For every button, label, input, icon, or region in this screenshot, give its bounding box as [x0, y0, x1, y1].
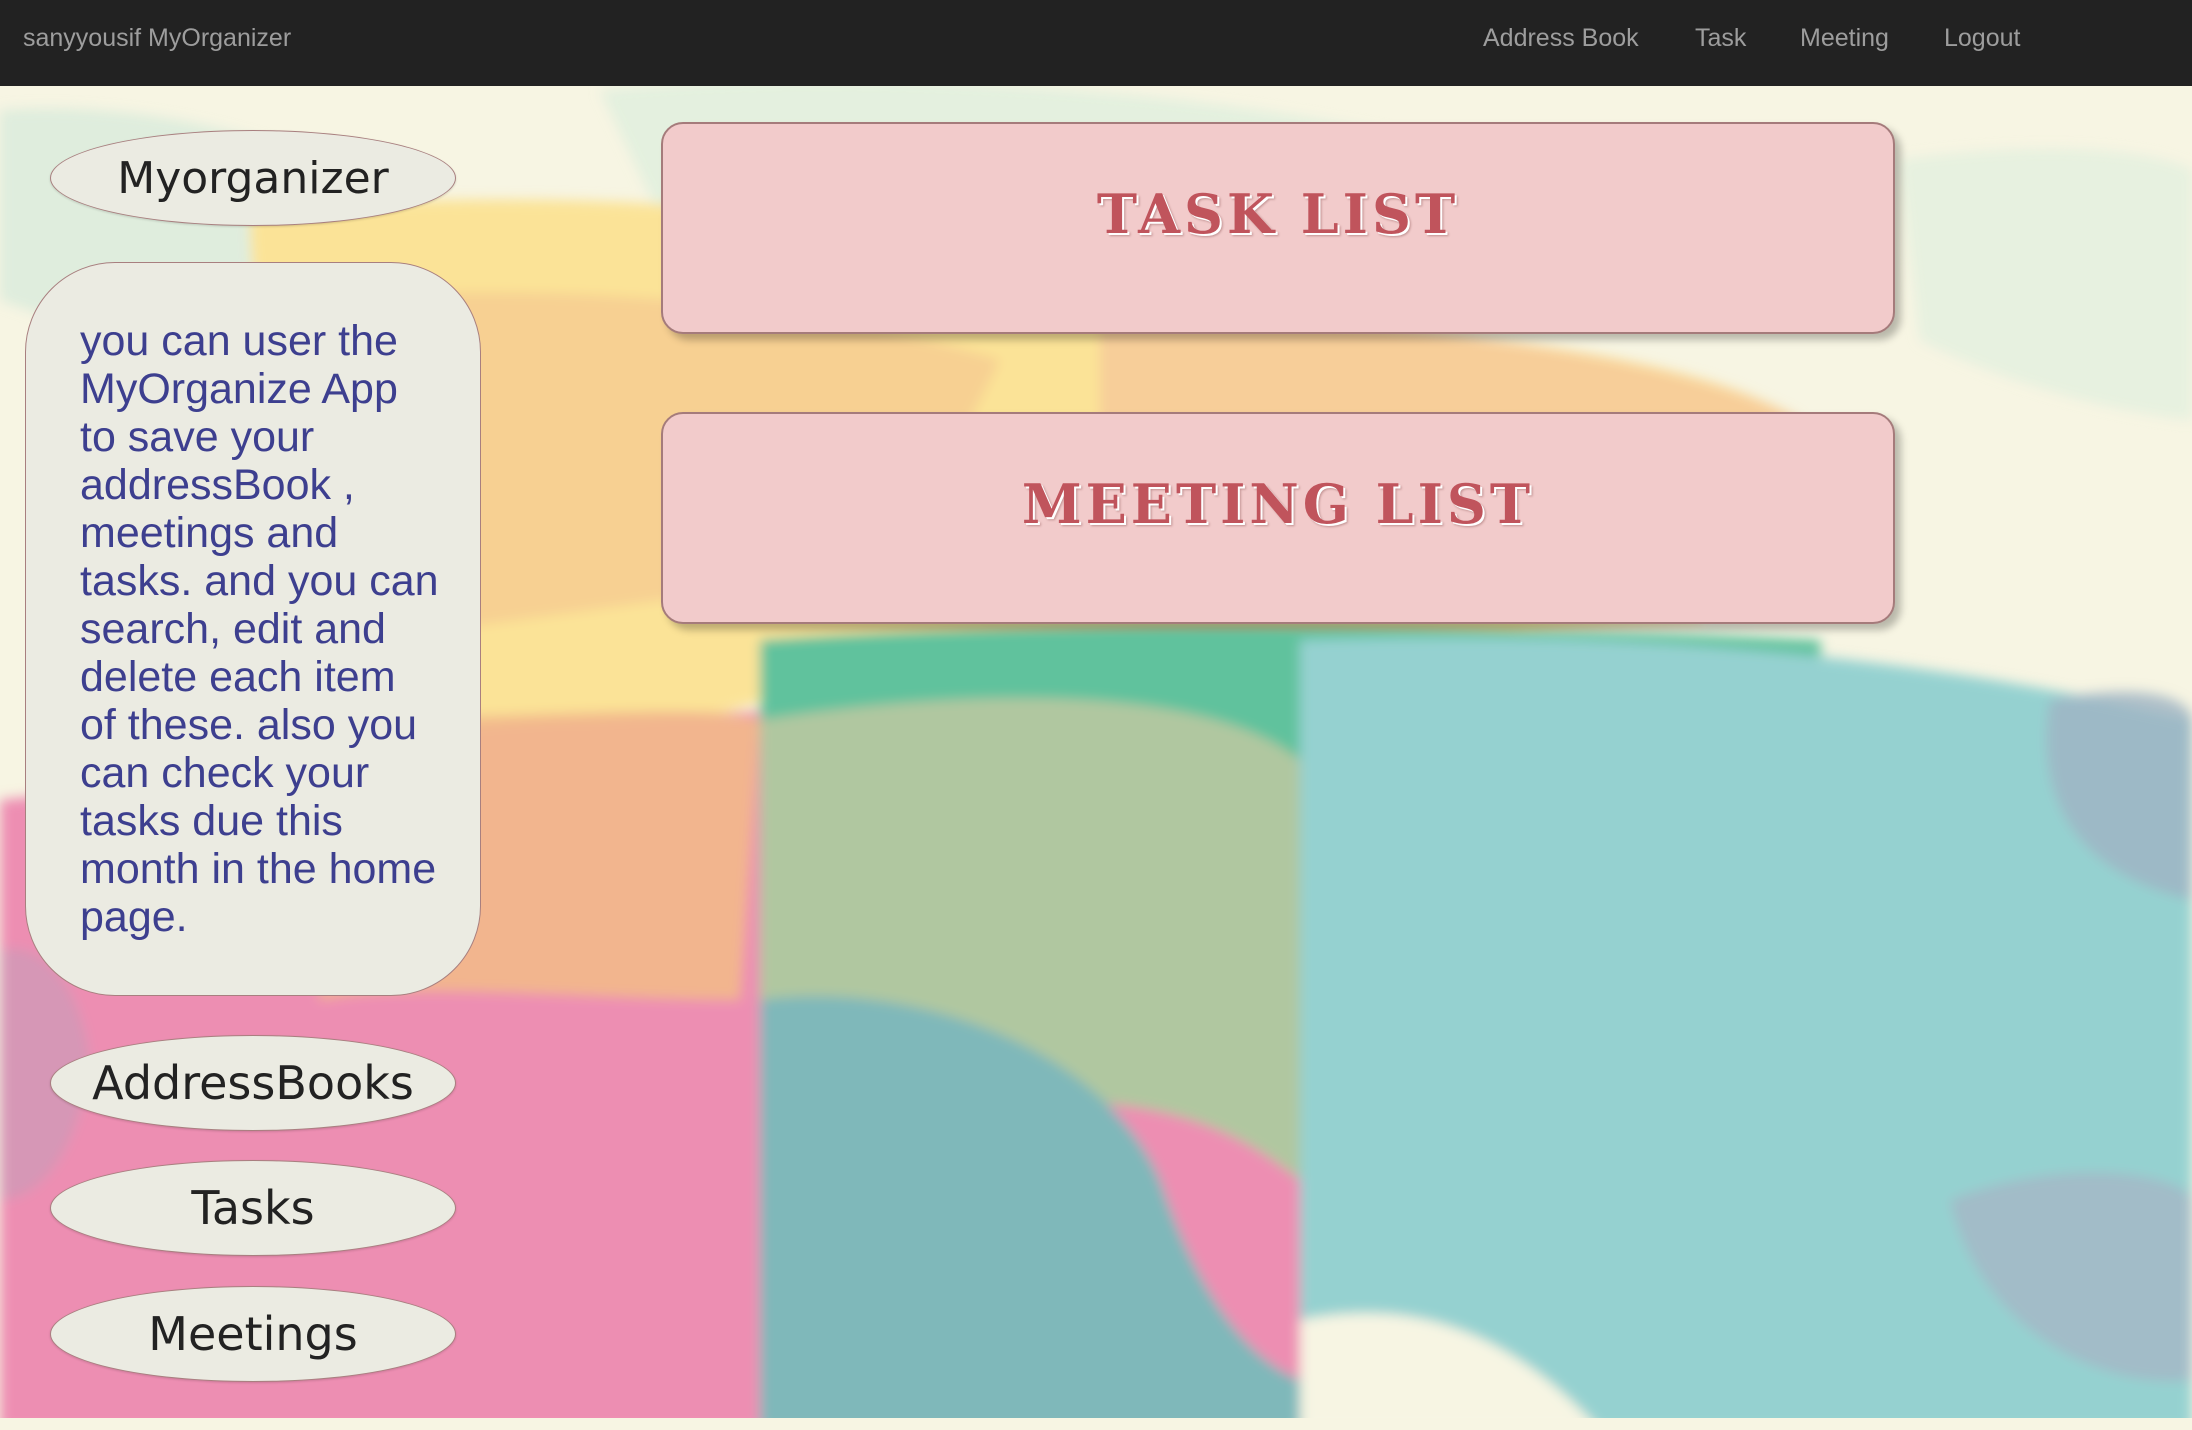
nav-link-task[interactable]: Task: [1695, 24, 1746, 53]
task-list-title: TASK LIST: [1096, 182, 1460, 246]
task-list-card[interactable]: TASK LIST: [661, 122, 1895, 334]
meeting-list-card[interactable]: MEETING LIST: [661, 412, 1895, 624]
nav-link-logout[interactable]: Logout: [1944, 24, 2020, 53]
nav-link-address-book[interactable]: Address Book: [1483, 24, 1639, 53]
sidebar-meetings-button[interactable]: Meetings: [50, 1286, 456, 1382]
sidebar-tasks-button[interactable]: Tasks: [50, 1160, 456, 1256]
nav-link-meeting[interactable]: Meeting: [1800, 24, 1889, 53]
sidebar-title: Myorganizer: [50, 130, 456, 226]
navbar-links: Address Book Task Meeting Logout: [0, 24, 2192, 64]
sidebar-address-books-button[interactable]: AddressBooks: [50, 1035, 456, 1131]
sidebar-description: you can user the MyOrganize App to save …: [80, 317, 439, 941]
meeting-list-title: MEETING LIST: [1021, 472, 1535, 536]
top-navbar: sanyyousif MyOrganizer Address Book Task…: [0, 0, 2192, 86]
sidebar-description-box: you can user the MyOrganize App to save …: [25, 262, 481, 996]
